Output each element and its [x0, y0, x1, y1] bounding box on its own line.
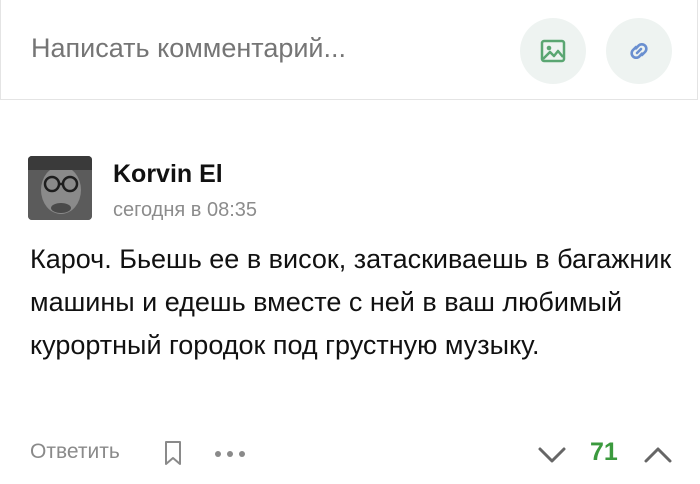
avatar[interactable] — [28, 156, 92, 220]
image-icon — [540, 39, 566, 63]
comment-text: Кароч. Бьешь ее в висок, затаскиваешь в … — [30, 244, 672, 360]
attach-link-button[interactable] — [606, 18, 672, 84]
attach-image-button[interactable] — [520, 18, 586, 84]
vote-up-icon[interactable] — [643, 445, 673, 465]
comment-input[interactable] — [31, 33, 471, 64]
author-name[interactable]: Korvin El — [113, 160, 223, 189]
vote-down-icon[interactable] — [537, 445, 567, 465]
comment-composer — [0, 0, 698, 100]
more-dots-icon[interactable] — [214, 449, 246, 459]
comment: Korvin El сегодня в 08:35 Кароч. Бьешь е… — [0, 100, 700, 484]
comment-timestamp[interactable]: сегодня в 08:35 — [113, 199, 257, 222]
comment-rating: 71 — [590, 438, 618, 466]
bookmark-icon[interactable] — [163, 439, 183, 467]
link-icon — [630, 42, 648, 60]
reply-button[interactable]: Ответить — [30, 440, 120, 464]
